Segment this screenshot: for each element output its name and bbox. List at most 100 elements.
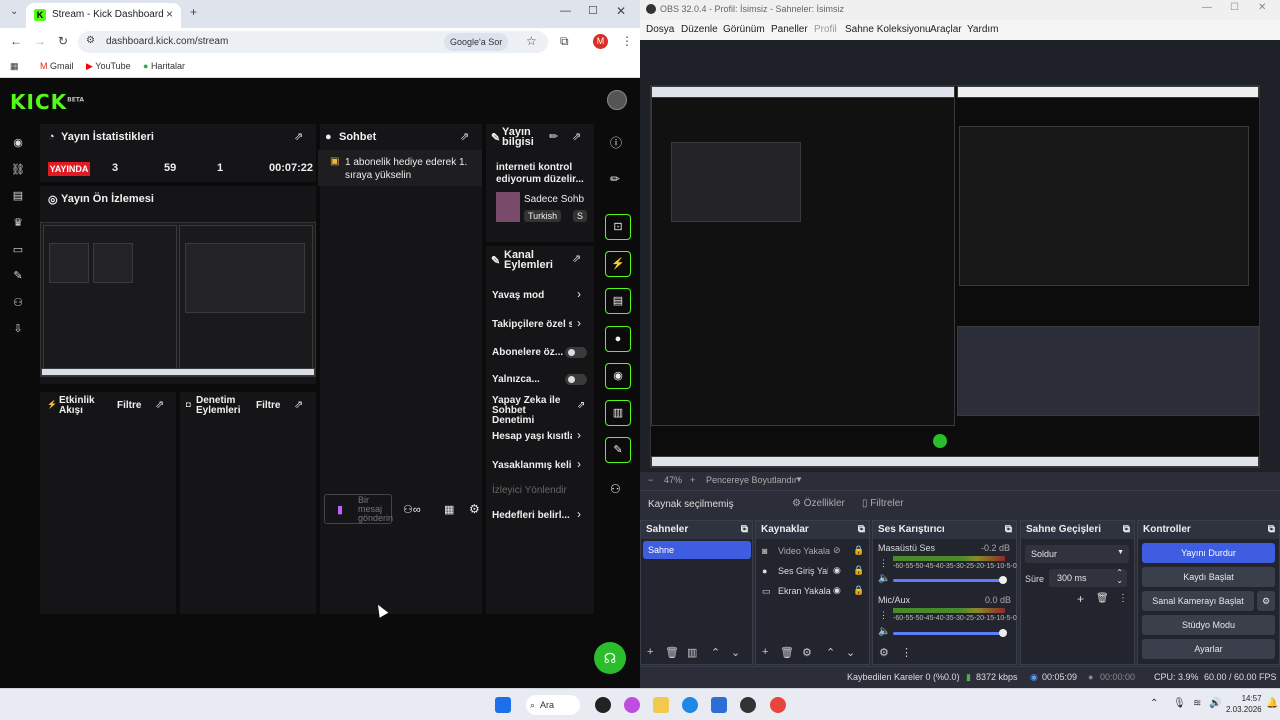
source-item[interactable]: Ekran Yakala <box>778 586 831 596</box>
notification-icon[interactable]: 🔔 <box>1266 698 1278 709</box>
info-icon[interactable]: ⓘ <box>610 134 622 151</box>
subs-only-toggle[interactable] <box>565 347 587 358</box>
close-window-icon[interactable]: ✕ <box>616 4 626 18</box>
menu-docks[interactable]: Paneller <box>771 24 808 35</box>
trash-icon[interactable]: 🗑 <box>1096 593 1109 604</box>
popout-icon[interactable]: ⇗ <box>294 398 303 411</box>
trophy-icon[interactable]: ♛ <box>11 216 25 230</box>
dock-float-icon[interactable]: ⧉ <box>858 524 865 535</box>
edit-icon[interactable]: ✏ <box>549 130 558 143</box>
maximize-icon[interactable]: ☐ <box>588 4 598 17</box>
action-goals[interactable]: Hedefleri belirl... <box>492 510 572 521</box>
stream-preview[interactable] <box>40 222 316 377</box>
wrench-icon[interactable]: ✎ <box>605 437 631 463</box>
menu-view[interactable]: Görünüm <box>723 24 765 35</box>
user-avatar[interactable] <box>607 90 627 110</box>
menu-scene-collection[interactable]: Sahne Koleksiyonu <box>845 24 931 35</box>
eye-hidden-icon[interactable]: ⊘ <box>833 545 841 556</box>
kebab-icon[interactable]: ⋮ <box>1118 593 1128 604</box>
scene-item[interactable]: Sahne <box>643 541 751 559</box>
gear-icon[interactable]: ⚙ <box>802 646 812 659</box>
extensions-icon[interactable]: ⧉ <box>560 34 569 49</box>
profile-avatar[interactable]: M <box>593 34 608 49</box>
browser-tab[interactable]: K Stream - Kick Dashboard × <box>26 3 181 28</box>
taskbar-clock[interactable]: 14:57 2.03.2026 <box>1226 693 1262 715</box>
slider-handle[interactable] <box>999 629 1007 637</box>
emote-only-toggle[interactable] <box>565 374 587 385</box>
mic-icon[interactable]: 🎙 <box>1173 698 1186 709</box>
kebab-icon[interactable]: ⋮ <box>879 610 888 621</box>
popout-icon[interactable]: ⇗ <box>460 130 469 143</box>
kebab-icon[interactable]: ⋮ <box>901 646 912 659</box>
eye-icon[interactable]: ◉ <box>833 565 841 576</box>
chat-settings-icon[interactable]: ⚙ <box>469 502 480 516</box>
popout-icon[interactable]: ⇗ <box>577 400 585 411</box>
wifi-icon[interactable]: ≋ <box>1193 698 1201 709</box>
start-virtual-camera-button[interactable]: Sanal Kamerayı Başlat <box>1142 591 1254 611</box>
tray-arrow-icon[interactable]: ⌃ <box>1150 698 1158 709</box>
gear-icon[interactable]: ⚙ <box>879 646 889 659</box>
app-icon[interactable] <box>740 697 756 713</box>
address-bar[interactable]: ⚙ dashboard.kick.com/stream Google'a Sor… <box>78 31 548 53</box>
action-banned-words[interactable]: Yasaklanmış kelin <box>492 460 572 471</box>
source-item[interactable]: Video Yakala <box>778 546 830 556</box>
action-subscribers-only[interactable]: Abonelere öz... <box>492 347 563 358</box>
start-recording-button[interactable]: Kaydı Başlat <box>1142 567 1275 587</box>
menu-tools[interactable]: Araçlar <box>930 24 962 35</box>
close-tab-icon[interactable]: × <box>166 7 173 21</box>
menu-edit[interactable]: Düzenle <box>681 24 718 35</box>
file-explorer-icon[interactable] <box>653 697 669 713</box>
apps-icon[interactable]: ▦ <box>10 61 19 72</box>
lock-icon[interactable]: 🔒 <box>853 545 864 556</box>
kebab-icon[interactable]: ⋮ <box>879 558 888 569</box>
emote-icon[interactable]: ▮ <box>337 503 343 516</box>
chevron-right-icon[interactable]: › <box>577 457 581 471</box>
virtual-camera-settings-button[interactable]: ⚙ <box>1257 591 1275 611</box>
maximize-icon[interactable]: ☐ <box>1230 2 1239 13</box>
bookmark-gmail[interactable]: M Gmail <box>40 61 74 71</box>
store-icon[interactable] <box>711 697 727 713</box>
dock-float-icon[interactable]: ⧉ <box>1005 524 1012 535</box>
menu-help[interactable]: Yardım <box>967 24 999 35</box>
properties-button[interactable]: ⚙ Özellikler <box>792 498 845 509</box>
close-window-icon[interactable]: ✕ <box>1258 2 1266 13</box>
chevron-right-icon[interactable]: › <box>577 287 581 301</box>
slider-handle[interactable] <box>999 576 1007 584</box>
back-icon[interactable]: ← <box>10 34 22 48</box>
popout-icon[interactable]: ⇗ <box>294 130 303 143</box>
analytics-icon[interactable]: ▤ <box>11 189 25 203</box>
action-ai-moderation[interactable]: Yapay Zeka ile Sohbet Denetimi <box>492 396 568 426</box>
chevron-down-icon[interactable]: ▼ <box>795 475 803 484</box>
arrow-up-icon[interactable]: ⌃ <box>826 646 835 659</box>
volume-icon[interactable]: 🔊 <box>1209 698 1221 709</box>
lightning-icon[interactable]: ⚡ <box>605 251 631 277</box>
zoom-out-icon[interactable]: − <box>648 475 653 485</box>
spin-arrows-icon[interactable]: ⌃ ⌄ <box>1116 569 1123 585</box>
lock-icon[interactable]: 🔒 <box>853 585 864 596</box>
obs-program-canvas[interactable] <box>650 85 1260 468</box>
taskbar-search[interactable]: ⌕ Ara <box>526 695 580 715</box>
zoom-in-icon[interactable]: + <box>690 475 695 485</box>
dock-float-icon[interactable]: ⧉ <box>741 524 748 535</box>
arrow-down-icon[interactable]: ⌄ <box>731 646 740 659</box>
users-icon[interactable]: ⚇ <box>11 296 25 310</box>
obs-taskbar-icon[interactable] <box>595 697 611 713</box>
forward-icon[interactable]: → <box>34 34 46 48</box>
action-account-age[interactable]: Hesap yaşı kısıtla <box>492 431 572 442</box>
settings-button[interactable]: Ayarlar <box>1142 639 1275 659</box>
chevron-right-icon[interactable]: › <box>577 507 581 521</box>
edit-icon[interactable]: ✏ <box>610 172 620 186</box>
fit-window-select[interactable]: Pencereye Boyutlandır <box>706 475 797 485</box>
users-icon[interactable]: ⚇∞ <box>403 503 421 516</box>
wrench-icon[interactable]: ✎ <box>11 269 25 283</box>
eye-icon[interactable]: ◉ <box>833 585 841 596</box>
bookmark-maps[interactable]: ● Haritalar <box>143 61 185 71</box>
volume-slider[interactable] <box>893 632 1005 635</box>
site-info-icon[interactable]: ⚙ <box>86 35 95 46</box>
arrow-down-icon[interactable]: ⌄ <box>846 646 855 659</box>
menu-profile[interactable]: Profil <box>814 24 837 35</box>
menu-file[interactable]: Dosya <box>646 24 674 35</box>
speaker-icon[interactable]: 🔈 <box>878 626 890 637</box>
chevron-right-icon[interactable]: › <box>577 316 581 330</box>
filters-button[interactable]: ▯ Filtreler <box>862 498 904 509</box>
